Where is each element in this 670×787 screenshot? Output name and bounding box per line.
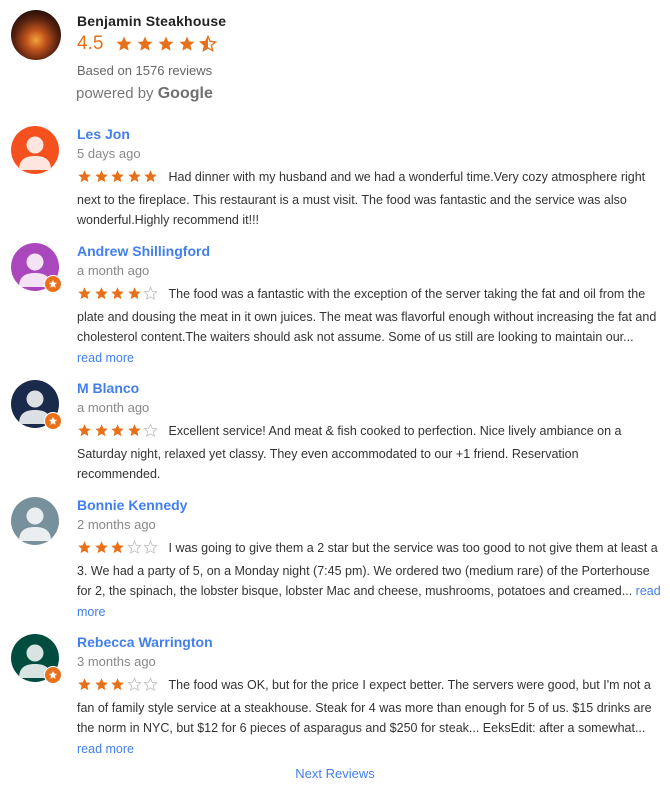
empty-star-icon — [143, 286, 158, 300]
review-time: a month ago — [77, 400, 150, 415]
star-icon — [127, 287, 141, 300]
rating-stars — [115, 34, 220, 53]
star-icon — [111, 287, 124, 300]
star-icon — [111, 541, 124, 554]
star-icon — [137, 36, 153, 51]
review-count: Based on 1576 reviews — [77, 63, 213, 78]
star-icon — [144, 170, 157, 183]
star-icon — [111, 424, 124, 437]
star-icon — [94, 424, 108, 437]
review-stars — [77, 169, 160, 190]
google-logo: Google — [157, 85, 213, 102]
review-time: 3 months ago — [77, 654, 156, 669]
reviewer-name[interactable]: Bonnie Kennedy — [77, 497, 187, 513]
rating-value: 4.5 — [77, 33, 104, 54]
review-text: I was going to give them a 2 star but th… — [77, 541, 658, 598]
review-stars — [77, 423, 160, 444]
star-icon — [158, 36, 174, 51]
person-icon — [11, 497, 59, 545]
read-more-link[interactable]: read more — [77, 351, 134, 365]
empty-star-icon — [143, 677, 158, 691]
local-guide-badge-icon — [44, 412, 62, 430]
review-stars — [77, 286, 160, 307]
star-icon — [111, 170, 124, 183]
star-icon — [179, 36, 195, 51]
star-icon — [111, 678, 124, 691]
review-text: The food was OK, but for the price I exp… — [77, 678, 652, 735]
empty-star-icon — [126, 540, 142, 554]
star-icon — [116, 36, 132, 51]
review-stars — [77, 677, 160, 698]
star-icon — [94, 170, 108, 183]
reviewer-name[interactable]: Andrew Shillingford — [77, 243, 210, 259]
reviewer-name[interactable]: Les Jon — [77, 126, 130, 142]
star-icon — [78, 541, 91, 554]
business-rating: 4.5 — [77, 32, 220, 56]
star-icon — [78, 424, 91, 437]
reviews-widget: Benjamin Steakhouse 4.5 Based on 1576 re… — [0, 0, 670, 787]
empty-star-icon — [143, 540, 158, 554]
empty-star-icon — [143, 423, 158, 437]
business-photo[interactable] — [11, 10, 61, 60]
review-time: a month ago — [77, 263, 150, 278]
review-body: The food was a fantastic with the except… — [77, 284, 661, 368]
local-guide-badge-icon — [44, 666, 62, 684]
review-body: The food was OK, but for the price I exp… — [77, 675, 661, 759]
star-icon — [78, 170, 91, 183]
review-text: Had dinner with my husband and we had a … — [77, 170, 646, 227]
person-icon — [11, 126, 59, 174]
reviewer-avatar[interactable] — [11, 497, 59, 545]
star-icon — [78, 678, 91, 691]
local-guide-badge-icon — [44, 275, 62, 293]
business-name[interactable]: Benjamin Steakhouse — [77, 13, 226, 29]
reviewer-name[interactable]: Rebecca Warrington — [77, 634, 213, 650]
star-icon — [127, 170, 141, 183]
read-more-link[interactable]: read more — [77, 742, 134, 756]
business-header: Benjamin Steakhouse 4.5 Based on 1576 re… — [11, 10, 651, 110]
review-body: Had dinner with my husband and we had a … — [77, 167, 661, 231]
review-stars — [77, 540, 160, 561]
powered-by-google: powered by Google — [76, 85, 213, 103]
star-icon — [94, 678, 108, 691]
next-reviews-link[interactable]: Next Reviews — [0, 766, 670, 781]
review-body: Excellent service! And meat & fish cooke… — [77, 421, 661, 485]
star-icon — [78, 287, 91, 300]
empty-star-icon — [126, 677, 142, 691]
review-time: 5 days ago — [77, 146, 141, 161]
review-time: 2 months ago — [77, 517, 156, 532]
review-text: The food was a fantastic with the except… — [77, 287, 657, 344]
star-icon — [94, 541, 108, 554]
reviewer-name[interactable]: M Blanco — [77, 380, 139, 396]
half-star-icon — [199, 34, 218, 52]
star-icon — [94, 287, 108, 300]
powered-by-label: powered by — [76, 85, 154, 102]
star-icon — [127, 424, 141, 437]
reviewer-avatar[interactable] — [11, 126, 59, 174]
review-body: I was going to give them a 2 star but th… — [77, 538, 661, 622]
